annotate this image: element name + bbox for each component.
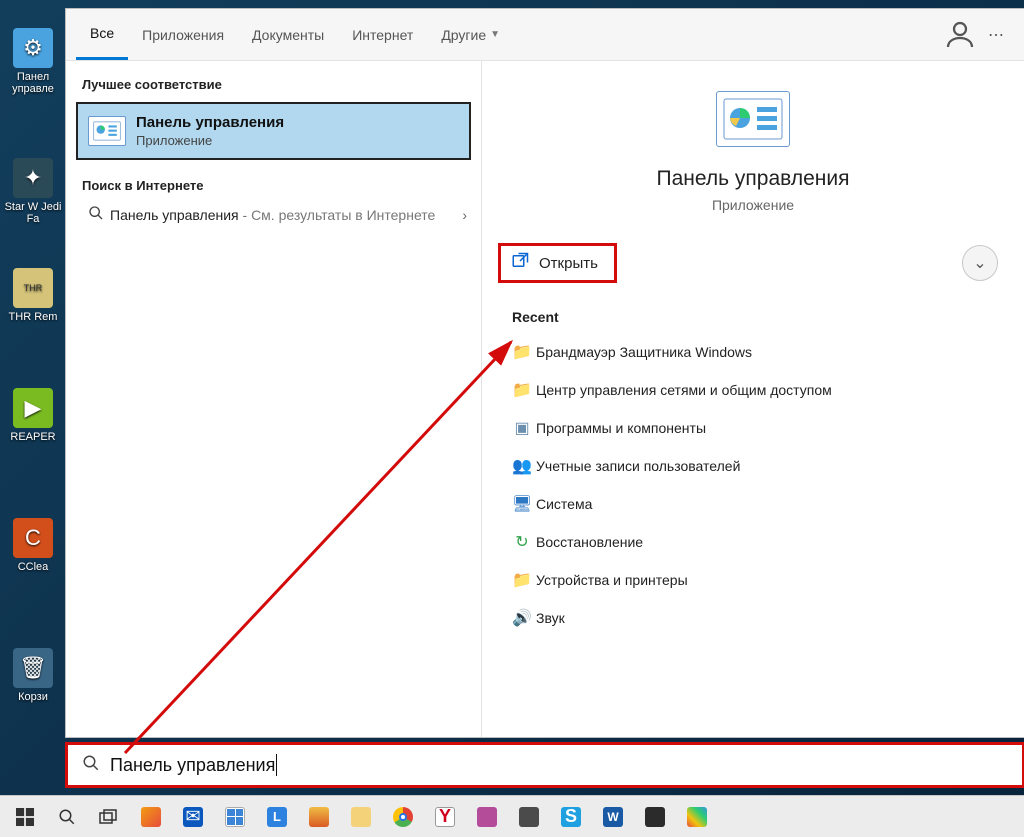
taskbar-skype[interactable]: S — [550, 798, 592, 836]
search-icon — [82, 754, 100, 777]
recent-item-label: Система — [536, 496, 592, 512]
tab-more[interactable]: Другие ▼ — [427, 9, 514, 60]
taskbar-word[interactable]: W — [592, 798, 634, 836]
desktop-icon[interactable]: ✦Star W Jedi Fa — [4, 158, 62, 225]
recent-item-label: Брандмауэр Защитника Windows — [536, 344, 752, 360]
desktop-icon[interactable]: ⚙Панел управле — [4, 28, 62, 95]
taskbar-app[interactable] — [634, 798, 676, 836]
section-recent: Recent — [482, 283, 1024, 333]
search-input[interactable]: Панель управления — [65, 742, 1024, 788]
preview-title: Панель управления — [657, 167, 850, 191]
recent-item[interactable]: 📁Устройства и принтеры — [508, 561, 1004, 599]
desktop-icon[interactable]: 🗑Корзи — [4, 648, 62, 703]
best-match-title: Панель управления — [136, 114, 284, 131]
desktop-icon-label: Корзи — [4, 691, 62, 703]
start-button[interactable] — [4, 798, 46, 836]
chevron-right-icon: › — [462, 207, 467, 223]
section-web-search: Поиск в Интернете — [66, 172, 481, 199]
recent-item[interactable]: 🖥Система — [508, 485, 1004, 523]
taskbar-app[interactable]: L — [256, 798, 298, 836]
recent-item[interactable]: 🔊Звук — [508, 599, 1004, 637]
task-view-icon[interactable] — [88, 798, 130, 836]
taskbar: ✉ L Y S W — [0, 795, 1024, 837]
desktop-icon[interactable]: THRTHR Rem — [4, 268, 62, 323]
taskbar-app[interactable] — [214, 798, 256, 836]
recent-list: 📁Брандмауэр Защитника Windows📁Центр упра… — [482, 333, 1024, 637]
desktop-icon[interactable]: ▶REAPER — [4, 388, 62, 443]
recent-item-label: Звук — [536, 610, 565, 626]
tabs-bar: Все Приложения Документы Интернет Другие… — [66, 9, 1024, 61]
tab-more-label: Другие — [441, 27, 486, 43]
desktop-icon-label: Star W Jedi Fa — [4, 201, 62, 225]
desktop-icon-label: REAPER — [4, 431, 62, 443]
search-panel: Все Приложения Документы Интернет Другие… — [65, 8, 1024, 738]
taskbar-app-mail[interactable]: ✉ — [172, 798, 214, 836]
taskbar-search-icon[interactable] — [46, 798, 88, 836]
open-button-label: Открыть — [539, 255, 598, 272]
recent-item-label: Центр управления сетями и общим доступом — [536, 382, 832, 398]
recent-item-label: Устройства и принтеры — [536, 572, 688, 588]
taskbar-paint[interactable] — [676, 798, 718, 836]
taskbar-app[interactable] — [130, 798, 172, 836]
best-match-item[interactable]: Панель управления Приложение — [76, 102, 471, 160]
tab-apps[interactable]: Приложения — [128, 9, 238, 60]
text-caret — [276, 754, 277, 776]
feedback-icon[interactable] — [942, 17, 978, 53]
recent-item[interactable]: 📁Брандмауэр Защитника Windows — [508, 333, 1004, 371]
taskbar-app[interactable] — [298, 798, 340, 836]
web-search-item[interactable]: Панель управления - См. результаты в Инт… — [66, 199, 481, 231]
taskbar-yandex[interactable]: Y — [424, 798, 466, 836]
tab-all[interactable]: Все — [76, 9, 128, 60]
chevron-down-icon: ⌄ — [973, 253, 986, 273]
tab-web[interactable]: Интернет — [338, 9, 427, 60]
desktop-icon-label: CClea — [4, 561, 62, 573]
results-column: Лучшее соответствие Панель управления Пр… — [66, 61, 481, 737]
taskbar-app[interactable] — [508, 798, 550, 836]
taskbar-explorer[interactable] — [340, 798, 382, 836]
desktop-icon-label: Панел управле — [4, 71, 62, 95]
recent-item-label: Учетные записи пользователей — [536, 458, 740, 474]
search-input-value: Панель управления — [110, 755, 275, 776]
preview-subtitle: Приложение — [712, 197, 794, 213]
recent-item[interactable]: 📁Центр управления сетями и общим доступо… — [508, 371, 1004, 409]
best-match-subtitle: Приложение — [136, 133, 284, 148]
expand-button[interactable]: ⌄ — [962, 245, 998, 281]
recent-item[interactable]: ▣Программы и компоненты — [508, 409, 1004, 447]
app-large-icon — [716, 91, 790, 147]
recent-item[interactable]: 👥Учетные записи пользователей — [508, 447, 1004, 485]
recent-item[interactable]: ↻Восстановление — [508, 523, 1004, 561]
open-icon — [511, 252, 529, 275]
taskbar-app[interactable] — [466, 798, 508, 836]
tab-docs[interactable]: Документы — [238, 9, 338, 60]
preview-column: Панель управления Приложение Открыть ⌄ R… — [481, 61, 1024, 737]
control-panel-icon — [88, 116, 126, 146]
desktop-icon[interactable]: CCClea — [4, 518, 62, 573]
section-best-match: Лучшее соответствие — [66, 71, 481, 98]
web-search-text: Панель управления - См. результаты в Инт… — [110, 207, 462, 223]
open-button[interactable]: Открыть — [498, 243, 617, 283]
desktop-icon-label: THR Rem — [4, 311, 62, 323]
recent-item-label: Программы и компоненты — [536, 420, 706, 436]
taskbar-chrome[interactable] — [382, 798, 424, 836]
more-options-icon[interactable]: ⋯ — [978, 17, 1014, 53]
chevron-down-icon: ▼ — [490, 29, 500, 40]
search-icon — [82, 205, 110, 225]
recent-item-label: Восстановление — [536, 534, 643, 550]
